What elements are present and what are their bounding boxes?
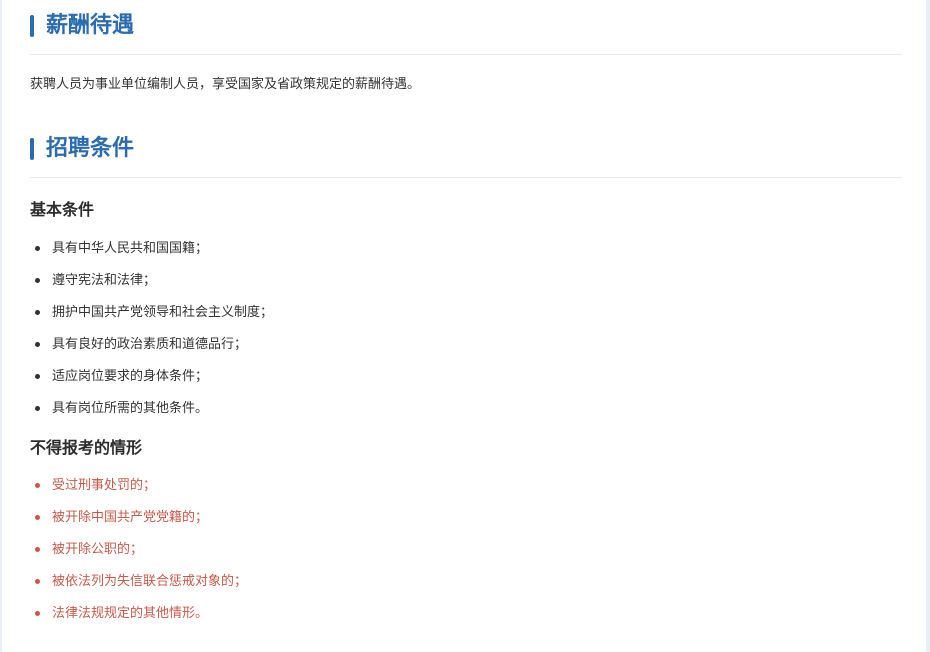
excluded-conditions-heading: 不得报考的情形 bbox=[30, 438, 143, 457]
list-item-text: 被依法列为失信联合惩戒对象的； bbox=[52, 574, 248, 589]
basic-conditions-list: 具有中华人民共和国国籍； 遵守宪法和法律； 拥护中国共产党领导和社会主义制度； … bbox=[30, 239, 902, 431]
bullet-icon bbox=[35, 278, 40, 283]
list-item: 具有中华人民共和国国籍； bbox=[30, 239, 902, 271]
list-item-text: 具有中华人民共和国国籍； bbox=[52, 241, 209, 256]
list-item-text: 具有岗位所需的其他条件。 bbox=[52, 401, 209, 416]
list-item: 被开除中国共产党党籍的； bbox=[30, 508, 902, 540]
requirements-title: 招聘条件 bbox=[46, 136, 135, 161]
salary-section: 薪酬待遇 获聘人员为事业单位编制人员，享受国家及省政策规定的薪酬待遇。 bbox=[30, 1, 902, 92]
bullet-icon bbox=[35, 483, 40, 488]
list-item: 被依法列为失信联合惩戒对象的； bbox=[30, 572, 902, 604]
basic-conditions-heading: 基本条件 bbox=[30, 200, 95, 219]
list-item-text: 法律法规规定的其他情形。 bbox=[52, 606, 209, 621]
list-item-text: 被开除中国共产党党籍的； bbox=[52, 510, 209, 525]
list-item-text: 拥护中国共产党领导和社会主义制度； bbox=[52, 305, 274, 320]
bullet-icon bbox=[35, 342, 40, 347]
bullet-icon bbox=[35, 310, 40, 315]
salary-section-header: 薪酬待遇 bbox=[30, 1, 902, 55]
salary-description: 获聘人员为事业单位编制人员，享受国家及省政策规定的薪酬待遇。 bbox=[30, 77, 421, 92]
requirements-section: 招聘条件 基本条件 具有中华人民共和国国籍； 遵守宪法和法律； 拥护中国共产党领… bbox=[30, 124, 902, 621]
title-accent-bar bbox=[30, 138, 34, 160]
content-page: 薪酬待遇 获聘人员为事业单位编制人员，享受国家及省政策规定的薪酬待遇。 招聘条件… bbox=[2, 0, 926, 652]
bullet-icon bbox=[35, 611, 40, 616]
list-item: 遵守宪法和法律； bbox=[30, 271, 902, 303]
bullet-icon bbox=[35, 406, 40, 411]
list-item: 拥护中国共产党领导和社会主义制度； bbox=[30, 303, 902, 335]
requirements-section-header: 招聘条件 bbox=[30, 124, 902, 178]
bullet-icon bbox=[35, 374, 40, 379]
bullet-icon bbox=[35, 579, 40, 584]
salary-title: 薪酬待遇 bbox=[46, 13, 135, 38]
list-item-text: 被开除公职的； bbox=[52, 542, 144, 557]
list-item: 具有岗位所需的其他条件。 bbox=[30, 399, 902, 431]
list-item-text: 遵守宪法和法律； bbox=[52, 273, 157, 288]
excluded-conditions-list: 受过刑事处罚的； 被开除中国共产党党籍的； 被开除公职的； 被依法列为失信联合惩… bbox=[30, 476, 902, 636]
title-accent-bar bbox=[30, 15, 34, 37]
list-item: 被开除公职的； bbox=[30, 540, 902, 572]
list-item: 适应岗位要求的身体条件； bbox=[30, 367, 902, 399]
list-item-text: 适应岗位要求的身体条件； bbox=[52, 369, 209, 384]
list-item: 受过刑事处罚的； bbox=[30, 476, 902, 508]
bullet-icon bbox=[35, 515, 40, 520]
list-item-text: 受过刑事处罚的； bbox=[52, 478, 157, 493]
list-item-text: 具有良好的政治素质和道德品行； bbox=[52, 337, 248, 352]
bullet-icon bbox=[35, 547, 40, 552]
bullet-icon bbox=[35, 246, 40, 251]
list-item: 具有良好的政治素质和道德品行； bbox=[30, 335, 902, 367]
list-item: 法律法规规定的其他情形。 bbox=[30, 604, 902, 636]
